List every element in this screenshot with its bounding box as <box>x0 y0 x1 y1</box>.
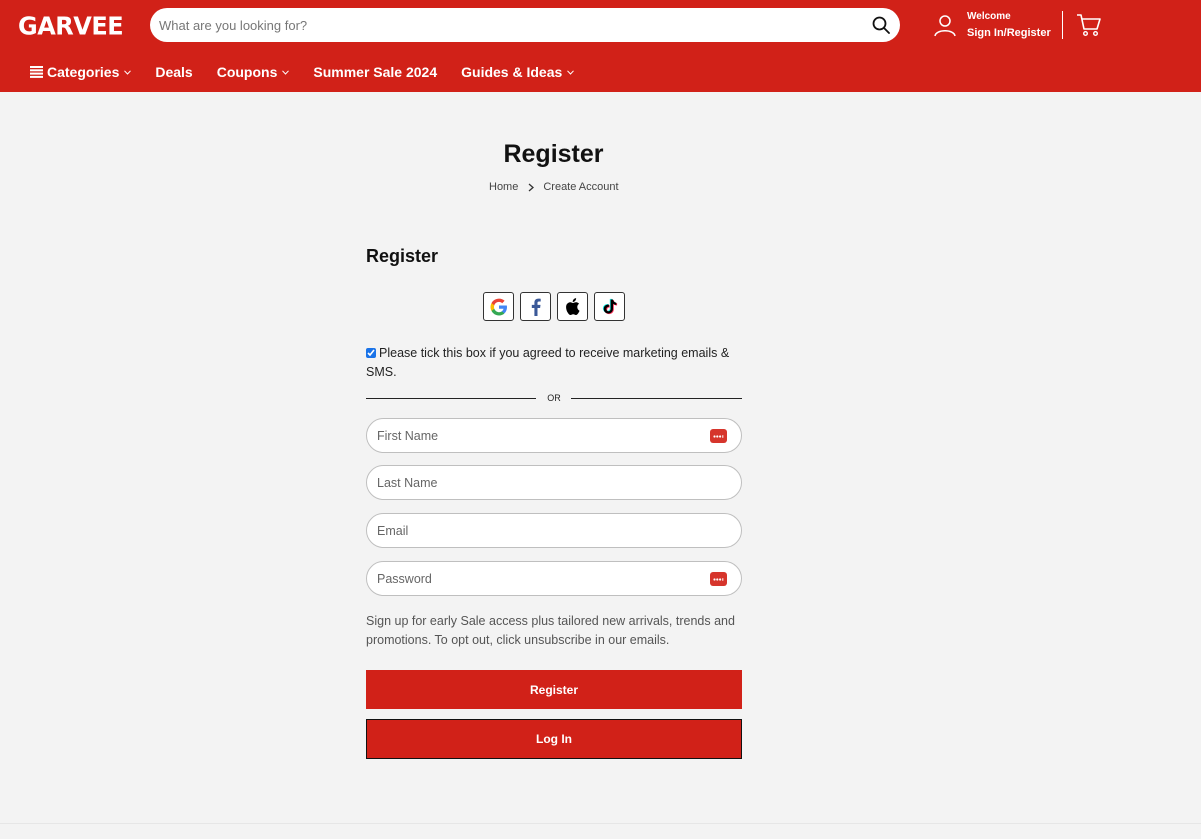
apple-icon <box>566 298 580 315</box>
tiktok-login-button[interactable] <box>594 292 625 321</box>
main-nav: Categories Deals Coupons Summer Sale 202… <box>30 63 598 81</box>
last-name-field-wrapper <box>366 465 742 500</box>
last-name-field[interactable] <box>377 475 697 490</box>
nav-item-label: Categories <box>47 64 120 80</box>
password-manager-icon[interactable] <box>710 572 727 586</box>
password-field-wrapper <box>366 561 742 596</box>
search-bar[interactable] <box>150 8 900 42</box>
marketing-consent-checkbox[interactable] <box>366 348 376 358</box>
password-field[interactable] <box>377 571 697 586</box>
site-header: GARVEE Welcome Sign In/Register Categori… <box>0 0 1201 92</box>
breadcrumb: Home Create Account <box>489 181 619 193</box>
nav-item-label: Guides & Ideas <box>461 64 563 80</box>
nav-guides-ideas[interactable]: Guides & Ideas <box>461 64 575 80</box>
page-title: Register <box>503 140 604 168</box>
menu-icon <box>30 66 43 78</box>
chevron-right-icon <box>528 183 535 191</box>
signin-register-link[interactable]: Sign In/Register <box>967 27 1051 39</box>
divider-line-right <box>571 398 742 399</box>
form-title: Register <box>366 246 439 266</box>
nav-categories[interactable]: Categories <box>30 64 132 80</box>
nav-deals[interactable]: Deals <box>155 64 192 80</box>
tiktok-icon <box>602 298 617 315</box>
facebook-login-button[interactable] <box>520 292 551 321</box>
register-button[interactable]: Register <box>366 670 742 709</box>
search-input[interactable] <box>159 17 849 33</box>
marketing-consent: Please tick this box if you agreed to re… <box>366 344 746 382</box>
cart-icon[interactable] <box>1076 13 1102 37</box>
google-icon <box>490 298 507 315</box>
signup-info-text: Sign up for early Sale access plus tailo… <box>366 614 735 647</box>
or-divider: OR <box>366 392 742 406</box>
header-divider <box>1062 11 1063 39</box>
first-name-field-wrapper <box>366 418 742 453</box>
nav-coupons[interactable]: Coupons <box>217 64 290 80</box>
nav-item-label: Summer Sale 2024 <box>313 64 438 80</box>
facebook-icon <box>531 298 541 316</box>
welcome-text: Welcome <box>967 11 1011 22</box>
or-text: OR <box>547 393 561 403</box>
nav-item-label: Coupons <box>216 64 278 80</box>
chevron-down-icon <box>282 69 290 75</box>
login-button[interactable]: Log In <box>366 719 742 759</box>
first-name-field[interactable] <box>377 428 697 443</box>
social-login-group <box>483 292 631 321</box>
email-field-wrapper <box>366 513 742 548</box>
google-login-button[interactable] <box>483 292 514 321</box>
garvee-logo[interactable]: GARVEE <box>18 11 124 40</box>
nav-item-label: Deals <box>155 64 193 80</box>
chevron-down-icon <box>567 69 575 75</box>
divider-line-left <box>366 398 536 399</box>
user-icon[interactable] <box>933 13 957 37</box>
footer-divider <box>0 823 1201 824</box>
chevron-down-icon <box>124 69 132 75</box>
password-manager-icon[interactable] <box>710 429 727 443</box>
email-field[interactable] <box>377 523 697 538</box>
consent-label: Please tick this box if you agreed to re… <box>366 346 730 379</box>
breadcrumb-home[interactable]: Home <box>489 181 518 193</box>
breadcrumb-current: Create Account <box>543 181 619 193</box>
apple-login-button[interactable] <box>557 292 588 321</box>
nav-summer-sale[interactable]: Summer Sale 2024 <box>313 64 437 80</box>
search-icon[interactable] <box>872 16 890 34</box>
